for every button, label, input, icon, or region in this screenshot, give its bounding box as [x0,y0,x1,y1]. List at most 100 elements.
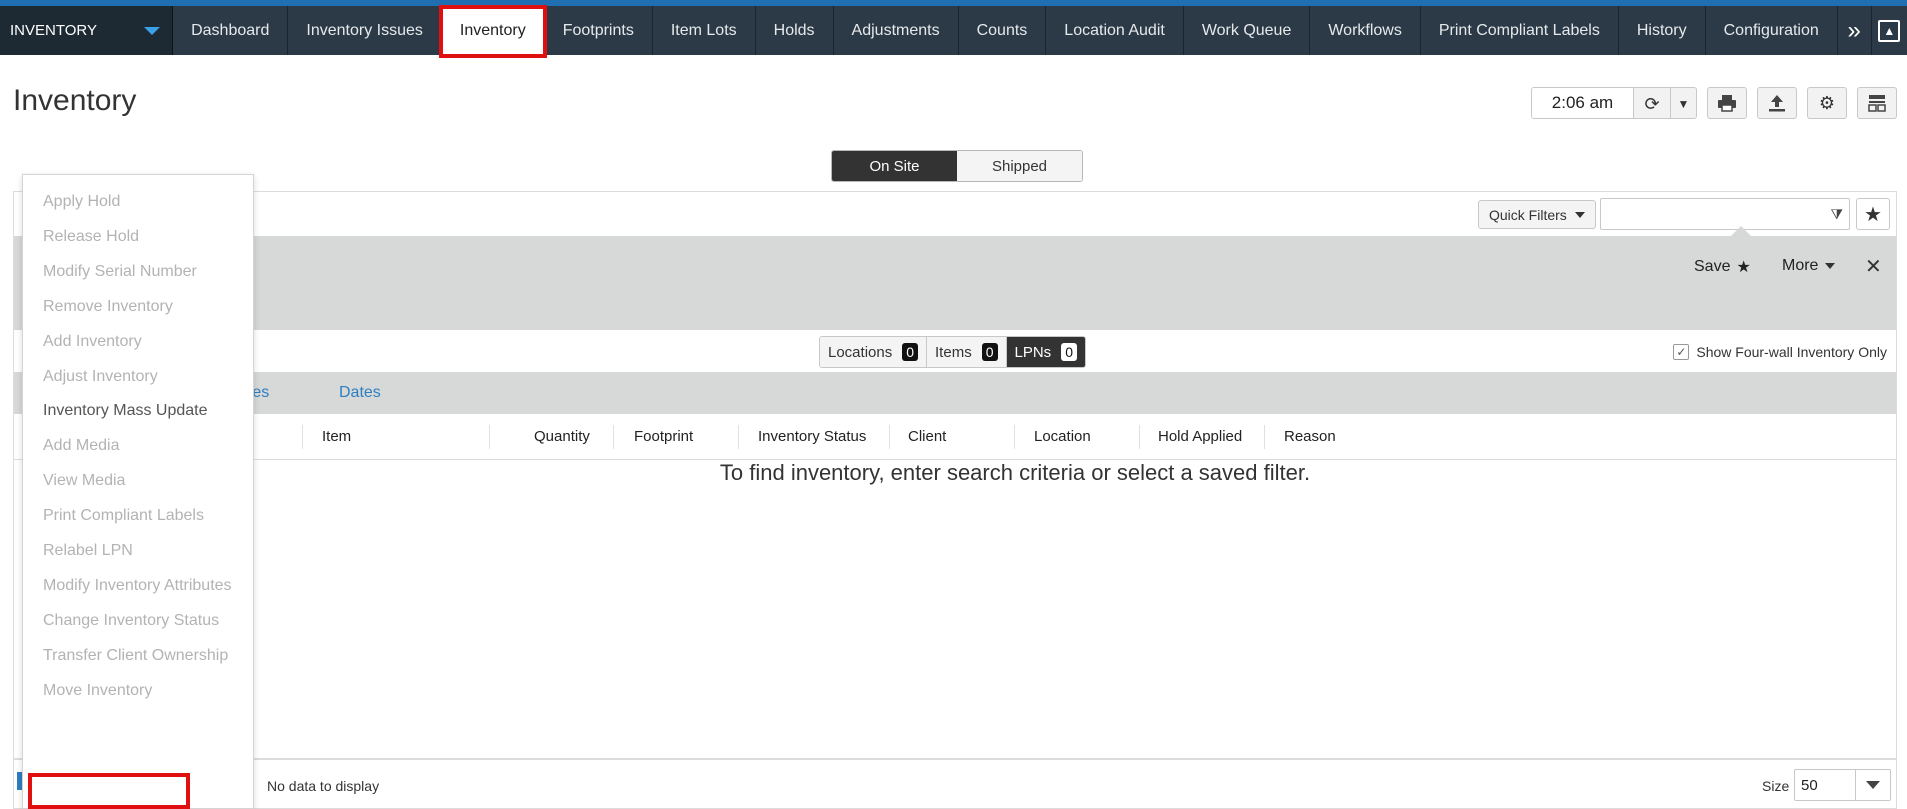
actions-menu: Apply Hold Release Hold Modify Serial Numb… [22,174,254,809]
menu-item-modify-inventory-attributes[interactable]: Modify Inventory Attributes [43,577,232,595]
layout-button[interactable] [1857,87,1897,119]
page-size-label: Size [1762,778,1790,794]
column-header-quantity[interactable]: Quantity [534,428,590,445]
caret-down-icon [1825,263,1836,269]
items-count-button[interactable]: Items 0 [927,337,1007,367]
menu-item-move-inventory[interactable]: Move Inventory [43,682,152,700]
menu-item-add-inventory[interactable]: Add Inventory [43,333,142,351]
nav-tab-label: Adjustments [851,21,940,39]
settings-button[interactable]: ⚙ [1807,87,1847,119]
menu-item-release-hold[interactable]: Release Hold [43,228,139,246]
nav-tabs: Dashboard Inventory Issues Inventory Footpr… [173,5,1838,58]
lpns-count-button[interactable]: LPNs 0 [1006,337,1085,367]
favorite-filter-button[interactable]: ★ [1856,198,1890,230]
column-header-row: Item Quantity Footprint Inventory Status… [14,414,1896,460]
menu-item-remove-inventory[interactable]: Remove Inventory [43,298,173,316]
column-header-reason[interactable]: Reason [1284,428,1336,445]
filter-search-input[interactable]: ⧩ [1600,198,1850,230]
nav-tab-label: Configuration [1723,21,1819,39]
caret-down-icon [1866,781,1880,789]
nav-tab-label: Inventory Issues [306,21,423,39]
locations-count-badge: 0 [902,343,919,361]
column-header-footprint[interactable]: Footprint [634,428,693,445]
page-size-dropdown-button[interactable] [1856,770,1890,800]
menu-item-inventory-mass-update[interactable]: Inventory Mass Update [43,402,208,420]
menu-item-transfer-client-ownership[interactable]: Transfer Client Ownership [43,647,228,665]
nav-tab-label: Location Audit [1064,21,1165,39]
column-divider [738,425,739,449]
nav-tab-inventory[interactable]: Inventory [438,5,547,58]
nav-tab-label: History [1636,21,1687,39]
column-header-item[interactable]: Item [322,428,351,445]
page-size-select[interactable]: 50 [1794,769,1891,801]
menu-item-relabel-lpn[interactable]: Relabel LPN [43,542,133,560]
no-data-text: No data to display [267,778,380,794]
nav-tab-dashboard[interactable]: Dashboard [173,6,289,55]
tab-dates[interactable]: Dates [339,384,381,402]
nav-tab-print-compliant-labels[interactable]: Print Compliant Labels [1421,6,1619,55]
column-header-hold-applied[interactable]: Hold Applied [1158,428,1242,445]
nav-tab-location-audit[interactable]: Location Audit [1046,6,1184,55]
last-refresh-time: 2:06 am [1532,88,1634,118]
export-button[interactable] [1757,87,1797,119]
nav-tab-label: Item Lots [670,21,737,39]
filter-funnel-icon[interactable]: ⧩ [1831,206,1844,223]
column-header-client[interactable]: Client [908,428,946,445]
app-root: INVENTORY Dashboard Inventory Issues Inven… [0,0,1907,809]
nav-tab-label: Workflows [1328,21,1402,39]
print-button[interactable] [1707,87,1747,119]
page-size-value: 50 [1795,770,1856,800]
menu-item-print-compliant-labels[interactable]: Print Compliant Labels [43,507,204,525]
menu-item-view-media[interactable]: View Media [43,472,125,490]
nav-tab-label: Work Queue [1201,21,1292,39]
four-wall-label: Show Four-wall Inventory Only [1696,344,1887,360]
items-label: Items [935,343,972,361]
menu-item-modify-serial-number[interactable]: Modify Serial Number [43,263,197,281]
nav-tab-counts[interactable]: Counts [959,6,1047,55]
count-row: Locations 0 Items 0 LPNs 0 ✓ Show Four-w… [14,330,1896,372]
nav-tab-holds[interactable]: Holds [756,6,834,55]
menu-item-add-media[interactable]: Add Media [43,437,120,455]
collapse-header-button[interactable]: ▲ [1872,6,1907,55]
nav-tab-label: Counts [976,21,1028,39]
nav-tab-item-lots[interactable]: Item Lots [653,6,756,55]
four-wall-checkbox[interactable]: ✓ [1673,344,1690,360]
table-layout-icon [1868,95,1886,112]
column-divider [1139,425,1140,449]
collapse-up-icon: ▲ [1878,19,1901,42]
column-header-inventory-status[interactable]: Inventory Status [758,428,866,445]
empty-state-message: To find inventory, enter search criteria… [719,460,1311,485]
caret-down-icon [1574,211,1585,218]
menu-item-adjust-inventory[interactable]: Adjust Inventory [43,368,158,386]
segment-shipped[interactable]: Shipped [957,151,1082,181]
nav-tab-configuration[interactable]: Configuration [1706,6,1838,55]
menu-item-change-inventory-status[interactable]: Change Inventory Status [43,612,219,630]
segment-on-site[interactable]: On Site [832,151,957,181]
inventory-panel: Quick Filters ⧩ ★ Save ★ More ✕ Location… [13,191,1897,759]
more-filter-button[interactable]: More [1782,257,1836,275]
nav-tab-inventory-issues[interactable]: Inventory Issues [288,6,442,55]
nav-tab-history[interactable]: History [1619,6,1706,55]
save-filter-button[interactable]: Save ★ [1694,257,1751,277]
four-wall-toggle[interactable]: ✓ Show Four-wall Inventory Only [1673,344,1887,360]
column-divider [1264,425,1265,449]
quick-filters-label: Quick Filters [1489,206,1567,223]
refresh-button[interactable]: ⟳ [1634,88,1670,118]
site-segment-control: On Site Shipped [831,150,1083,182]
column-divider [302,425,303,449]
menu-item-apply-hold[interactable]: Apply Hold [43,193,120,211]
nav-tab-workflows[interactable]: Workflows [1310,6,1421,55]
nav-tab-label: Dashboard [191,21,270,39]
nav-tab-work-queue[interactable]: Work Queue [1184,6,1311,55]
nav-more-icon[interactable]: » [1838,6,1872,55]
locations-count-button[interactable]: Locations 0 [820,337,928,367]
page-title: Inventory [13,84,137,117]
column-header-location[interactable]: Location [1034,428,1091,445]
app-selector[interactable]: INVENTORY [0,6,174,55]
nav-tab-adjustments[interactable]: Adjustments [834,6,959,55]
refresh-options-button[interactable]: ▼ [1670,88,1696,118]
chevron-down-icon [144,26,161,35]
quick-filters-button[interactable]: Quick Filters [1478,200,1596,229]
nav-tab-footprints[interactable]: Footprints [545,6,653,55]
close-icon[interactable]: ✕ [1865,254,1882,279]
